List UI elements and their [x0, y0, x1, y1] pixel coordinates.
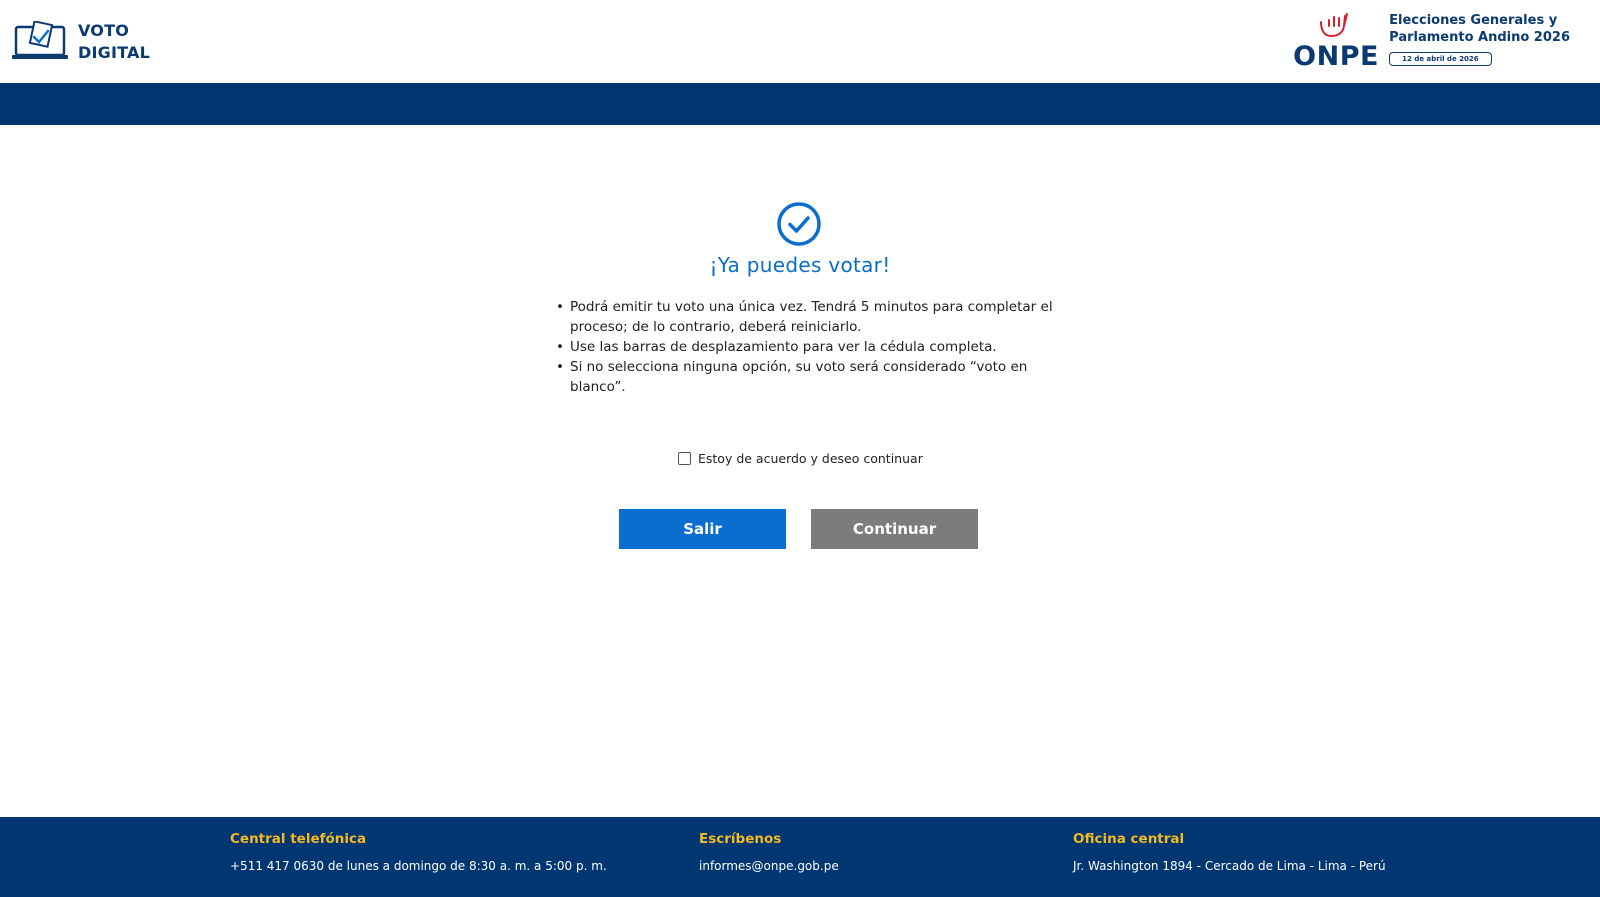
- brand-text: VOTO DIGITAL: [78, 20, 150, 64]
- footer-email-heading: Escríbenos: [699, 831, 782, 847]
- check-circle-icon: [777, 202, 821, 246]
- onpe-wordmark: ONPE: [1293, 41, 1379, 72]
- footer-office-text: Jr. Washington 1894 - Cercado de Lima - …: [1073, 859, 1386, 873]
- page-title: ¡Ya puedes votar!: [709, 253, 891, 277]
- laptop-ballot-icon: [12, 21, 68, 59]
- election-info: Elecciones Generales y Parlamento Andino…: [1389, 12, 1570, 66]
- agree-checkbox[interactable]: [678, 452, 691, 465]
- footer-email: Escríbenos informes@onpe.gob.pe: [699, 831, 839, 873]
- footer-phone-text: +511 417 0630 de lunes a domingo de 8:30…: [230, 859, 607, 873]
- election-title: Elecciones Generales y Parlamento Andino…: [1389, 12, 1570, 46]
- election-title-line-2: Parlamento Andino 2026: [1389, 30, 1570, 45]
- hand-icon: [1320, 13, 1349, 38]
- onpe-logo[interactable]: ONPE: [1293, 12, 1383, 72]
- footer-office-heading: Oficina central: [1073, 831, 1185, 847]
- election-date-badge: 12 de abril de 2026: [1389, 52, 1492, 66]
- site-header: VOTO DIGITAL ONPE Elecciones Generales y…: [0, 0, 1600, 83]
- rule-item: Podrá emitir tu voto una única vez. Tend…: [556, 297, 1070, 337]
- agree-label: Estoy de acuerdo y deseo continuar: [698, 451, 923, 466]
- continue-button[interactable]: Continuar: [811, 509, 978, 549]
- main-content: ¡Ya puedes votar! Podrá emitir tu voto u…: [0, 125, 1600, 817]
- brand-line-2: DIGITAL: [78, 43, 150, 62]
- election-title-line-1: Elecciones Generales y: [1389, 13, 1558, 28]
- top-navbar: [0, 83, 1600, 125]
- exit-button[interactable]: Salir: [619, 509, 786, 549]
- agree-checkbox-row[interactable]: Estoy de acuerdo y deseo continuar: [678, 451, 923, 466]
- voto-digital-logo[interactable]: VOTO DIGITAL: [10, 20, 150, 64]
- onpe-election-brand: ONPE Elecciones Generales y Parlamento A…: [1293, 12, 1570, 72]
- brand-line-1: VOTO: [78, 21, 130, 40]
- site-footer: Central telefónica +511 417 0630 de lune…: [0, 817, 1600, 897]
- footer-phone: Central telefónica +511 417 0630 de lune…: [230, 831, 607, 873]
- rule-item: Use las barras de desplazamiento para ve…: [556, 337, 1070, 357]
- footer-email-link[interactable]: informes@onpe.gob.pe: [699, 859, 839, 873]
- footer-office: Oficina central Jr. Washington 1894 - Ce…: [1073, 831, 1386, 873]
- footer-phone-heading: Central telefónica: [230, 831, 367, 847]
- voting-rules-list: Podrá emitir tu voto una única vez. Tend…: [552, 297, 1070, 397]
- rule-item: Si no selecciona ninguna opción, su voto…: [556, 357, 1070, 397]
